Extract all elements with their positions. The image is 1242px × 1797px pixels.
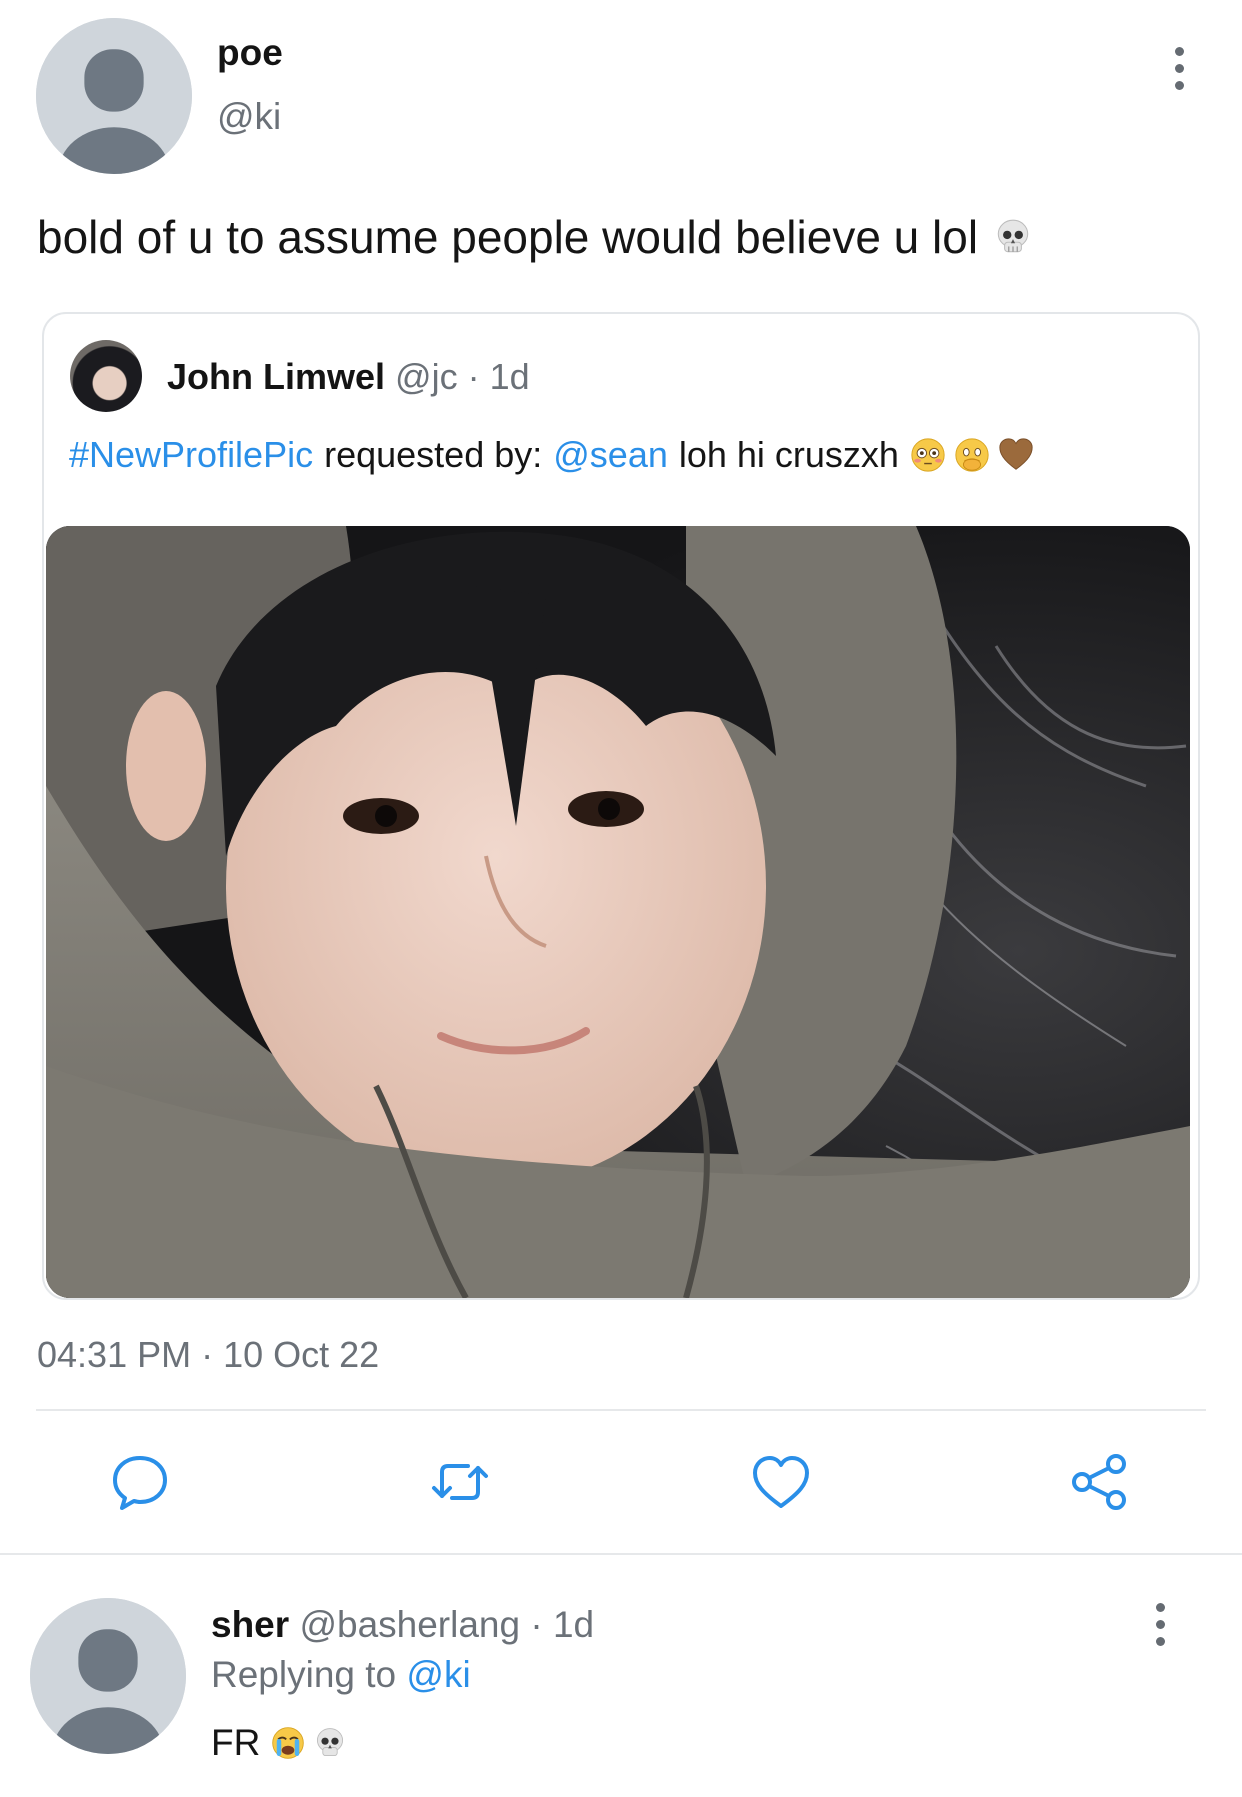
mention-link[interactable]: @sean bbox=[553, 434, 668, 476]
skull-emoji bbox=[317, 1728, 344, 1757]
heart-icon bbox=[753, 1456, 809, 1508]
reply-more-options-button[interactable] bbox=[1140, 1594, 1180, 1654]
skull-emoji bbox=[997, 219, 1029, 253]
quoted-text-end: loh hi cruszxh bbox=[678, 434, 899, 475]
reply-age: 1d bbox=[552, 1604, 595, 1645]
flushed-face-emoji bbox=[911, 438, 945, 472]
share-button[interactable] bbox=[1068, 1450, 1132, 1514]
author-name[interactable]: poe bbox=[217, 32, 283, 74]
reply-header: sher @basherlang · 1d bbox=[211, 1604, 594, 1646]
replying-to-label: Replying to bbox=[211, 1654, 397, 1695]
quoted-tweet-age: 1d bbox=[489, 356, 530, 397]
brown-heart-emoji bbox=[999, 438, 1033, 470]
dot-icon bbox=[1155, 1619, 1165, 1629]
divider bbox=[36, 1409, 1206, 1411]
reply-text-body: FR bbox=[211, 1722, 261, 1763]
loudly-crying-face-emoji bbox=[272, 1727, 305, 1759]
author-handle[interactable]: @ki bbox=[217, 96, 281, 138]
quoted-tweet-image[interactable] bbox=[46, 526, 1190, 1298]
face-holding-back-tears-emoji bbox=[955, 438, 989, 472]
dot-icon bbox=[1174, 46, 1184, 56]
default-person-icon bbox=[30, 1598, 186, 1754]
author-avatar[interactable] bbox=[36, 18, 192, 174]
dot-icon bbox=[1174, 63, 1184, 73]
retweet-icon bbox=[432, 1464, 488, 1500]
reply-author-name[interactable]: sher bbox=[211, 1604, 289, 1645]
quoted-text-middle: requested by: bbox=[324, 434, 543, 475]
quoted-tweet-header: John Limwel @jc · 1d bbox=[167, 356, 530, 398]
reply-button[interactable] bbox=[108, 1450, 172, 1514]
hashtag-link[interactable]: #NewProfilePic bbox=[69, 434, 313, 476]
speech-bubble-icon bbox=[113, 1456, 167, 1510]
share-icon bbox=[1072, 1454, 1126, 1510]
quoted-tweet-text: #NewProfilePic requested by: @sean loh h… bbox=[69, 434, 1035, 476]
dot-icon bbox=[1155, 1602, 1165, 1612]
quoted-tweet-card[interactable]: John Limwel @jc · 1d #NewProfilePic requ… bbox=[42, 312, 1200, 1300]
default-person-icon bbox=[36, 18, 192, 174]
reply-author-avatar[interactable] bbox=[30, 1598, 186, 1754]
replying-to: Replying to @ki bbox=[211, 1654, 471, 1696]
header-separator: · bbox=[467, 356, 480, 397]
reply-author-handle[interactable]: @basherlang bbox=[299, 1604, 520, 1645]
divider bbox=[0, 1553, 1242, 1555]
tweet-text-body: bold of u to assume people would believe… bbox=[37, 211, 979, 263]
like-button[interactable] bbox=[749, 1450, 813, 1514]
retweet-button[interactable] bbox=[428, 1450, 492, 1514]
replying-to-handle[interactable]: @ki bbox=[406, 1654, 470, 1695]
dot-icon bbox=[1174, 80, 1184, 90]
header-separator: · bbox=[530, 1604, 543, 1645]
dot-icon bbox=[1155, 1636, 1165, 1646]
quoted-author-name[interactable]: John Limwel bbox=[167, 356, 385, 397]
quoted-author-avatar[interactable] bbox=[70, 340, 142, 412]
profile-photo bbox=[46, 526, 1190, 1298]
more-options-button[interactable] bbox=[1159, 38, 1199, 98]
reply-text: FR bbox=[211, 1722, 348, 1764]
tweet-timestamp[interactable]: 04:31 PM · 10 Oct 22 bbox=[37, 1334, 379, 1376]
quoted-author-handle[interactable]: @jc bbox=[395, 356, 458, 397]
tweet-text: bold of u to assume people would believe… bbox=[37, 210, 1034, 264]
